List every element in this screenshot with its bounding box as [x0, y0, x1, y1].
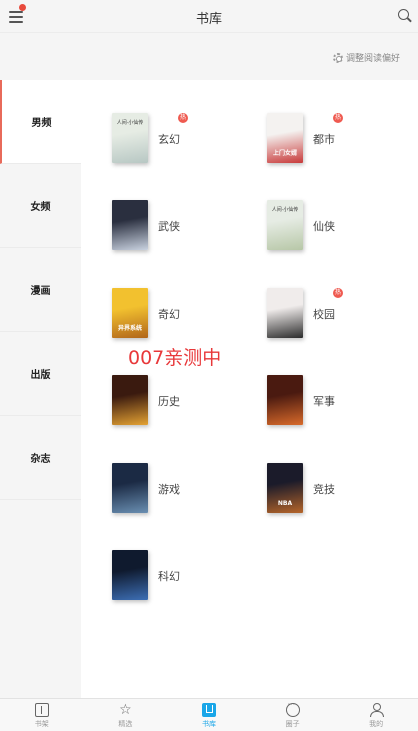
book-cover-image	[267, 288, 303, 338]
tab-label: 精选	[118, 720, 133, 728]
category-label: 仙侠	[313, 220, 335, 233]
sidebar-item-label: 杂志	[30, 454, 51, 465]
category-label: 竞技	[313, 483, 335, 496]
category-item[interactable]: 武侠	[112, 200, 262, 252]
cover-title: 人间·小仙传	[271, 207, 299, 213]
category-label: 科幻	[158, 570, 180, 583]
category-item[interactable]: 历史	[112, 375, 262, 427]
top-bar: 书库	[0, 0, 418, 33]
category-label: 都市	[313, 133, 335, 146]
sidebar-item-magazine[interactable]: 杂志	[0, 416, 81, 500]
bottom-tab-bar: 书架 ☆ 精选 书库 圈子 我的	[0, 698, 418, 731]
sidebar-item-label: 女频	[30, 202, 51, 213]
book-cover-image: 上门女婿	[267, 113, 303, 163]
category-item[interactable]: 人间·小仙传仙侠	[267, 200, 417, 252]
book-cover-image: NBA	[267, 463, 303, 513]
category-label: 校园	[313, 308, 335, 321]
sidebar-item-label: 出版	[30, 370, 51, 381]
category-label: 历史	[158, 395, 180, 408]
page-title: 书库	[195, 12, 222, 27]
category-label: 武侠	[158, 220, 180, 233]
category-label: 军事	[313, 395, 335, 408]
book-cover-image	[112, 375, 148, 425]
book-cover-image	[112, 463, 148, 513]
channel-sidebar: 男频 女频 漫画 出版 杂志	[0, 80, 81, 698]
sidebar-item-male[interactable]: 男频	[0, 80, 81, 164]
tab-label: 书库	[201, 720, 216, 728]
hot-badge: 热	[178, 113, 188, 123]
category-label: 奇幻	[158, 308, 180, 321]
reading-preference-label: 调整阅读偏好	[345, 54, 400, 64]
sidebar-item-label: 漫画	[30, 286, 51, 297]
book-cover-image	[267, 375, 303, 425]
tab-label: 圈子	[285, 720, 300, 728]
category-item[interactable]: 游戏	[112, 463, 262, 515]
cover-text: NBA	[277, 500, 293, 507]
cover-title: 人间·小仙传	[116, 120, 144, 126]
cover-text: 异界系统	[117, 325, 142, 332]
hot-badge: 热	[333, 288, 343, 298]
book-cover-image: 人间·小仙传	[267, 200, 303, 250]
user-icon	[369, 703, 385, 717]
category-grid: 人间·小仙传 玄幻热上门女婿 都市热武侠 人间·小仙传 仙侠 异界系统 奇幻 校园热历史 军事游…	[81, 80, 418, 698]
category-item[interactable]: 异界系统 奇幻	[112, 288, 262, 340]
book-cover-image	[112, 550, 148, 600]
category-item[interactable]: 人间·小仙传玄幻 热	[112, 113, 262, 165]
category-label: 玄幻	[158, 133, 180, 146]
tab-bookshelf[interactable]: 书架	[0, 699, 84, 731]
tab-label: 我的	[369, 720, 384, 728]
category-item[interactable]: 校园 热	[267, 288, 417, 340]
sidebar-item-comics[interactable]: 漫画	[0, 248, 81, 332]
cover-text: 上门女婿	[272, 150, 297, 157]
sidebar-item-published[interactable]: 出版	[0, 332, 81, 416]
category-item[interactable]: NBA 竞技	[267, 463, 417, 515]
category-item[interactable]: 军事	[267, 375, 417, 427]
library-icon	[201, 703, 216, 717]
sidebar-item-female[interactable]: 女频	[0, 164, 81, 248]
category-item[interactable]: 上门女婿 都市 热	[267, 113, 417, 165]
tab-circle[interactable]: 圈子	[251, 699, 335, 731]
gear-icon	[332, 52, 343, 63]
star-icon: ☆	[119, 702, 132, 718]
tab-profile[interactable]: 我的	[334, 699, 418, 731]
book-cover-image: 人间·小仙传	[112, 113, 148, 163]
category-item[interactable]: 科幻	[112, 550, 262, 602]
tab-label: 书架	[34, 720, 49, 728]
reading-preference-button[interactable]: 调整阅读偏好	[332, 51, 400, 64]
chat-icon	[285, 700, 300, 717]
hot-badge: 热	[333, 113, 343, 123]
sidebar-item-label: 男频	[31, 118, 52, 129]
search-icon[interactable]	[398, 9, 412, 23]
tab-library[interactable]: 书库	[167, 699, 251, 731]
bookshelf-icon	[34, 703, 49, 717]
book-cover-image	[112, 200, 148, 250]
watermark-text: 007亲测中	[128, 347, 222, 369]
book-cover-image: 异界系统	[112, 288, 148, 338]
category-label: 游戏	[158, 483, 180, 496]
tab-featured[interactable]: ☆ 精选	[84, 699, 168, 731]
preference-bar: 调整阅读偏好	[0, 33, 418, 80]
